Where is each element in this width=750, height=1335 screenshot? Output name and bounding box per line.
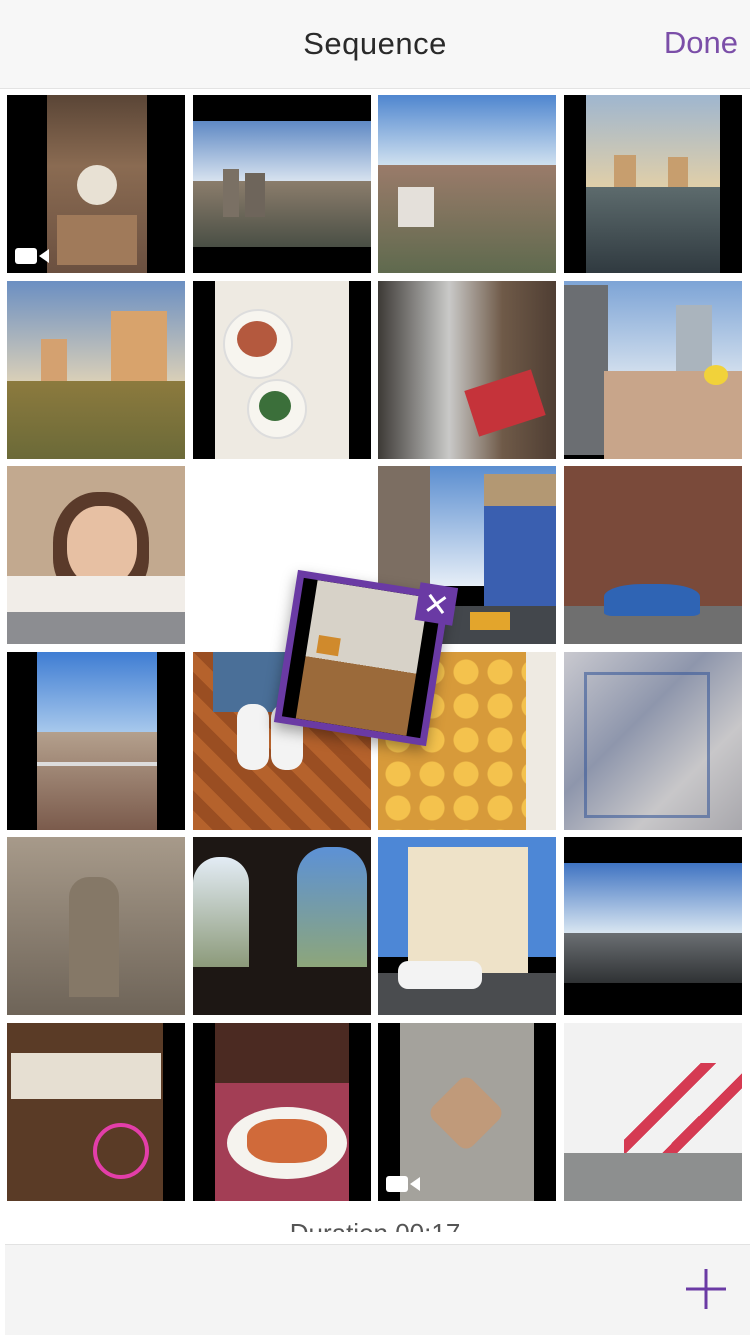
plus-icon[interactable] bbox=[686, 1269, 726, 1309]
tile-fire-escapes[interactable] bbox=[378, 281, 556, 459]
tile-empire-skyline[interactable] bbox=[564, 837, 742, 1015]
tile-arched-windows[interactable] bbox=[193, 837, 371, 1015]
tile-window-seaside[interactable] bbox=[7, 652, 185, 830]
bottom-toolbar bbox=[5, 1244, 750, 1335]
tile-red-bridge[interactable] bbox=[564, 1023, 742, 1201]
tile-brownstones[interactable] bbox=[564, 466, 742, 644]
tile-city-skyline-cloudy[interactable] bbox=[193, 95, 371, 273]
video-camera-icon bbox=[15, 248, 49, 264]
tile-barfly-sign[interactable] bbox=[7, 1023, 185, 1201]
tile-blue-tiles[interactable] bbox=[564, 652, 742, 830]
top-bar: Sequence Done bbox=[0, 0, 750, 89]
tile-corner-buildings[interactable] bbox=[564, 281, 742, 459]
tile-dog-in-hallway[interactable] bbox=[7, 95, 185, 273]
tile-hotel-white-car[interactable] bbox=[378, 837, 556, 1015]
tile-church-facade[interactable] bbox=[7, 837, 185, 1015]
video-camera-icon bbox=[386, 1176, 420, 1192]
tile-river-towers[interactable] bbox=[564, 95, 742, 273]
tile-burrito-plate[interactable] bbox=[193, 1023, 371, 1201]
duration-label: Duration 00:17 bbox=[0, 1216, 750, 1232]
close-icon bbox=[426, 593, 447, 615]
tile-dinner-table[interactable] bbox=[193, 281, 371, 459]
tile-towers-shrubs[interactable] bbox=[7, 281, 185, 459]
tile-city-rooftops[interactable] bbox=[378, 95, 556, 273]
dragged-clip[interactable] bbox=[273, 569, 459, 747]
tile-heart-pavement[interactable] bbox=[378, 1023, 556, 1201]
remove-clip-button[interactable] bbox=[414, 582, 459, 626]
done-button[interactable]: Done bbox=[664, 25, 738, 61]
sequence-grid bbox=[0, 95, 750, 1205]
page-title: Sequence bbox=[303, 26, 447, 61]
tile-girl-mural[interactable] bbox=[7, 466, 185, 644]
